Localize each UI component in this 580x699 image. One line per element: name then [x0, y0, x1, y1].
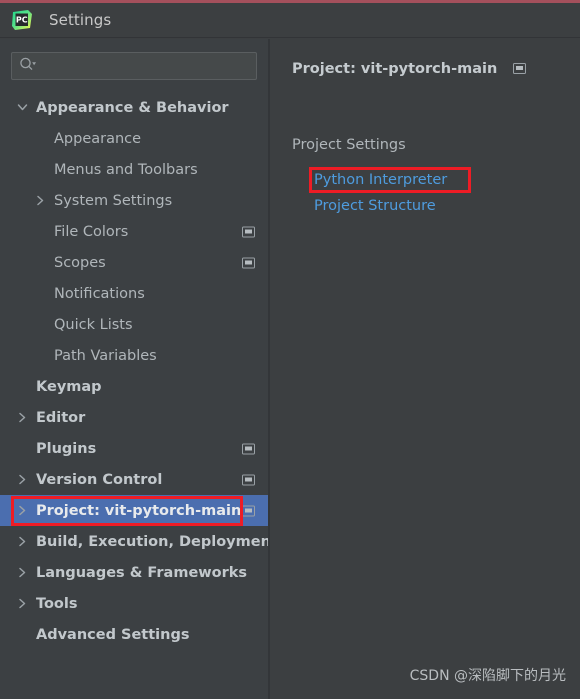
sidebar-item-label: Build, Execution, Deployment: [36, 533, 278, 550]
link-python-interpreter[interactable]: Python Interpreter: [314, 172, 447, 188]
sidebar-item-label: Plugins: [36, 440, 97, 457]
sidebar-item-label: Advanced Settings: [36, 626, 190, 643]
chevron-right-icon[interactable]: [16, 473, 29, 486]
sidebar-item-label: Editor: [36, 409, 86, 426]
module-badge-icon[interactable]: [242, 470, 255, 489]
sidebar-item-label: System Settings: [54, 192, 173, 209]
sidebar-item-label: Project: vit-pytorch-main: [36, 502, 242, 519]
sidebar-item-path-variables[interactable]: Path Variables: [0, 340, 268, 371]
sidebar-item-plugins[interactable]: Plugins: [0, 433, 268, 464]
chevron-right-icon[interactable]: [16, 597, 29, 610]
settings-tree: Appearance & Behavior Appearance Menus and…: [0, 92, 278, 650]
sidebar-item-menus-and-toolbars[interactable]: Menus and Toolbars: [0, 154, 268, 185]
sidebar-item-label: Appearance: [54, 130, 142, 147]
window-title: Settings: [49, 11, 112, 29]
sidebar-item-file-colors[interactable]: File Colors: [0, 216, 268, 247]
search-field-wrapper[interactable]: [11, 52, 257, 80]
main-header: Project: vit-pytorch-main: [292, 59, 527, 78]
sidebar-item-label: Keymap: [36, 378, 102, 395]
sidebar-item-scopes[interactable]: Scopes: [0, 247, 268, 278]
sidebar-item-label: Version Control: [36, 471, 163, 488]
sidebar-item-tools[interactable]: Tools: [0, 588, 268, 619]
search-input[interactable]: [40, 58, 240, 74]
sidebar-item-label: File Colors: [54, 223, 129, 240]
page-title: Project: vit-pytorch-main: [292, 60, 498, 77]
sidebar-item-notifications[interactable]: Notifications: [0, 278, 268, 309]
sidebar-item-label: Tools: [36, 595, 78, 612]
settings-dialog: PC Settings Appearance & Behavior Appeara…: [0, 0, 580, 699]
sidebar-item-system-settings[interactable]: System Settings: [0, 185, 268, 216]
sidebar-item-project-vit-pytorch-main[interactable]: Project: vit-pytorch-main: [0, 495, 268, 526]
pycharm-logo-icon: PC: [11, 9, 33, 31]
sidebar-item-appearance[interactable]: Appearance: [0, 123, 268, 154]
module-badge-icon[interactable]: [242, 253, 255, 272]
module-badge-icon[interactable]: [242, 501, 255, 520]
section-title: Project Settings: [292, 137, 406, 153]
watermark: CSDN @深陷脚下的月光: [409, 668, 566, 684]
sidebar-item-appearance-behavior[interactable]: Appearance & Behavior: [0, 92, 268, 123]
svg-text:PC: PC: [16, 16, 28, 25]
sidebar-item-label: Languages & Frameworks: [36, 564, 248, 581]
sidebar-item-version-control[interactable]: Version Control: [0, 464, 268, 495]
module-badge-icon[interactable]: [242, 222, 255, 241]
chevron-right-icon[interactable]: [16, 535, 29, 548]
sidebar-item-label: Appearance & Behavior: [36, 99, 229, 116]
search-icon: [19, 57, 36, 76]
sidebar-item-advanced-settings[interactable]: Advanced Settings: [0, 619, 268, 650]
module-badge-icon[interactable]: [513, 59, 527, 78]
settings-main-panel: Project: vit-pytorch-main Project Settin…: [270, 39, 580, 699]
module-badge-icon[interactable]: [242, 439, 255, 458]
sidebar-item-languages-frameworks[interactable]: Languages & Frameworks: [0, 557, 268, 588]
sidebar-item-label: Quick Lists: [54, 316, 133, 333]
sidebar-item-quick-lists[interactable]: Quick Lists: [0, 309, 268, 340]
sidebar-item-build-execution-deployment[interactable]: Build, Execution, Deployment: [0, 526, 278, 557]
sidebar-item-keymap[interactable]: Keymap: [0, 371, 268, 402]
chevron-right-icon[interactable]: [16, 504, 29, 517]
chevron-right-icon[interactable]: [16, 411, 29, 424]
chevron-right-icon[interactable]: [34, 194, 47, 207]
sidebar-item-editor[interactable]: Editor: [0, 402, 268, 433]
sidebar-item-label: Menus and Toolbars: [54, 161, 198, 178]
chevron-right-icon[interactable]: [16, 566, 29, 579]
title-bar: PC Settings: [0, 3, 580, 38]
chevron-down-icon[interactable]: [16, 101, 29, 114]
link-project-structure[interactable]: Project Structure: [314, 198, 436, 214]
sidebar-item-label: Path Variables: [54, 347, 157, 364]
settings-sidebar: Appearance & Behavior Appearance Menus and…: [0, 39, 278, 699]
sidebar-item-label: Scopes: [54, 254, 106, 271]
sidebar-item-label: Notifications: [54, 285, 145, 302]
